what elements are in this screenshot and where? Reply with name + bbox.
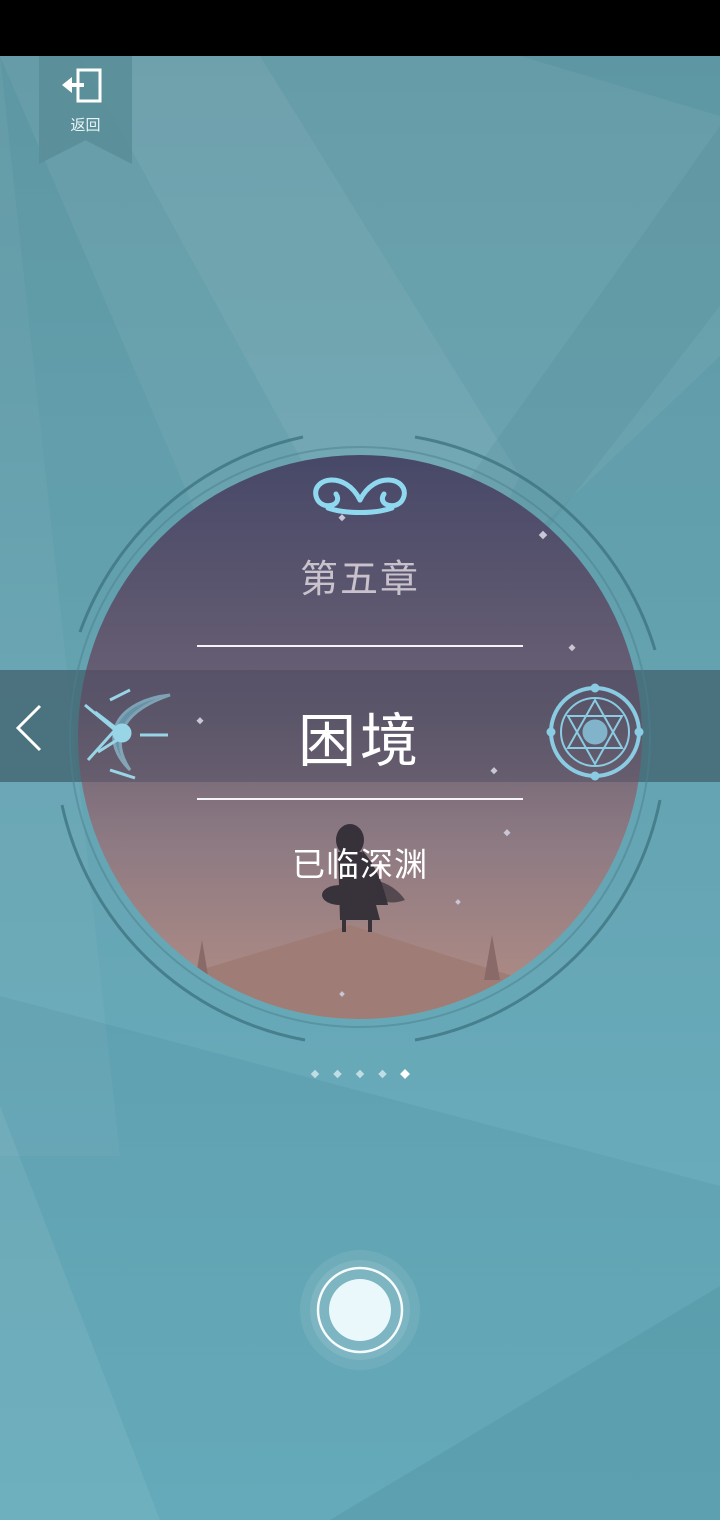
page-dot	[400, 1069, 410, 1079]
chapter-number: 第五章	[299, 557, 420, 601]
page-dot	[333, 1069, 342, 1079]
page-dot	[355, 1069, 365, 1079]
chevron-left-icon[interactable]	[10, 700, 50, 756]
page-indicator	[310, 1069, 410, 1079]
divider-top	[197, 645, 523, 647]
chapter-title: 困境	[297, 707, 422, 775]
chapter-subtitle: 已临深渊	[292, 845, 428, 884]
page-dot	[310, 1069, 320, 1079]
page-dot	[378, 1069, 387, 1079]
divider-bottom	[197, 798, 523, 800]
start-button[interactable]	[300, 1250, 420, 1370]
